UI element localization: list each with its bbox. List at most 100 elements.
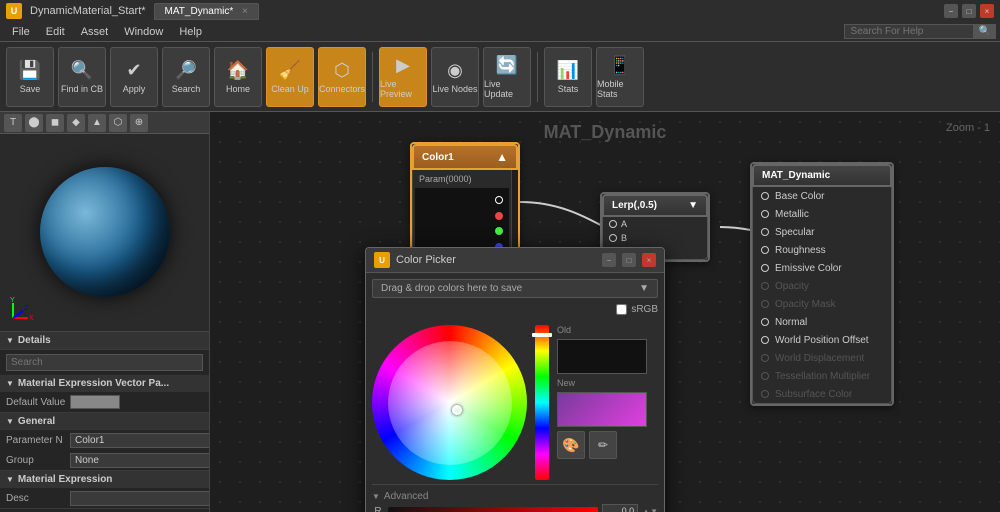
live-nodes-button[interactable]: ◉Live Nodes — [431, 47, 479, 107]
vp-btn-3[interactable]: ◼ — [46, 114, 64, 132]
general-header[interactable]: ▼ General — [0, 413, 209, 430]
search-icon: 🔎 — [175, 60, 197, 81]
color1-r-dot[interactable] — [495, 212, 503, 220]
vp-btn-5[interactable]: ▲ — [88, 114, 106, 132]
stats-button[interactable]: 📊Stats — [544, 47, 592, 107]
lerp-pin-b[interactable]: B — [603, 231, 707, 245]
properties-search-input[interactable] — [6, 354, 203, 371]
toolbar-separator-2 — [537, 52, 538, 102]
color1-rgba-dot[interactable] — [495, 196, 503, 204]
vp-btn-7[interactable]: ⊕ — [130, 114, 148, 132]
picker-button[interactable]: ✏ — [589, 431, 617, 459]
cp-srgb-row: sRGB — [616, 304, 658, 315]
window-close-btn[interactable]: × — [980, 4, 994, 18]
vp-btn-6[interactable]: ⬡ — [109, 114, 127, 132]
parameter-n-input[interactable] — [70, 433, 209, 448]
color1-pin-rgba[interactable] — [415, 194, 509, 206]
cp-titlebar: U Color Picker − □ × — [366, 248, 664, 273]
maximize-btn[interactable]: □ — [962, 4, 976, 18]
vp-btn-4[interactable]: ◆ — [67, 114, 85, 132]
mobile-stats-icon: 📱 — [609, 55, 631, 76]
search-button[interactable]: 🔎Search — [162, 47, 210, 107]
base-color-pin[interactable] — [761, 192, 769, 200]
world-pos-pin[interactable] — [761, 336, 769, 344]
output-base-color[interactable]: Base Color — [753, 187, 891, 205]
connectors-icon: ⬡ — [334, 60, 350, 81]
default-value-swatch[interactable] — [70, 395, 120, 409]
mat-expr-2-arrow: ▼ — [6, 475, 14, 484]
roughness-pin[interactable] — [761, 246, 769, 254]
cp-maximize-btn[interactable]: □ — [622, 253, 636, 267]
emissive-pin[interactable] — [761, 264, 769, 272]
general-section: ▼ General Parameter N Group — [0, 413, 209, 471]
color1-expand[interactable]: ▲ — [496, 150, 508, 164]
cleanup-button[interactable]: 🧹Clean Up — [266, 47, 314, 107]
active-tab[interactable]: MAT_Dynamic* × — [154, 3, 259, 20]
lerp-a-dot[interactable] — [609, 220, 617, 228]
output-normal[interactable]: Normal — [753, 313, 891, 331]
slider-r-arrow[interactable]: ▲▼ — [642, 507, 658, 512]
stats-icon: 📊 — [557, 60, 579, 81]
save-button[interactable]: 💾Save — [6, 47, 54, 107]
advanced-toggle[interactable]: ▼ Advanced — [372, 489, 658, 504]
color1-pin-r[interactable] — [415, 210, 509, 222]
material-graph[interactable]: MAT_Dynamic Zoom - 1 Color1 ▲ Param(0000… — [210, 112, 1000, 512]
output-emissive[interactable]: Emissive Color — [753, 259, 891, 277]
details-header[interactable]: ▼ Details — [0, 332, 209, 349]
details-section: ▼ Details — [0, 332, 209, 350]
vp-btn-1[interactable]: T — [4, 114, 22, 132]
lerp-pin-a[interactable]: A — [603, 217, 707, 231]
apply-button[interactable]: ✔Apply — [110, 47, 158, 107]
vp-btn-2[interactable]: ⬤ — [25, 114, 43, 132]
color1-pin-g[interactable] — [415, 225, 509, 237]
apply-icon: ✔ — [126, 60, 141, 81]
default-value-label: Default Value — [6, 397, 66, 408]
live-preview-button[interactable]: ▶Live Preview — [379, 47, 427, 107]
menu-help[interactable]: Help — [171, 26, 210, 38]
help-search-icon: 🔍 — [974, 24, 996, 39]
mat-dynamic-node[interactable]: MAT_Dynamic Base Color Metallic Specular… — [750, 162, 894, 406]
material-expression-header[interactable]: ▼ Material Expression Vector Pa... — [0, 375, 209, 392]
cp-close-btn[interactable]: × — [642, 253, 656, 267]
menu-window[interactable]: Window — [116, 26, 171, 38]
metallic-pin[interactable] — [761, 210, 769, 218]
group-row: Group — [0, 450, 209, 470]
color1-g-dot[interactable] — [495, 227, 503, 235]
help-search-input[interactable] — [844, 24, 974, 39]
home-button[interactable]: 🏠Home — [214, 47, 262, 107]
color-wheel[interactable] — [372, 325, 527, 480]
menu-edit[interactable]: Edit — [38, 26, 73, 38]
menu-asset[interactable]: Asset — [73, 26, 117, 38]
desc-label: Desc — [6, 493, 66, 504]
output-world-pos[interactable]: World Position Offset — [753, 331, 891, 349]
output-roughness[interactable]: Roughness — [753, 241, 891, 259]
eyedropper-button[interactable]: 🎨 — [557, 431, 585, 459]
slider-r-value[interactable] — [602, 504, 638, 512]
cp-drop-area[interactable]: Drag & drop colors here to save ▼ — [372, 279, 658, 298]
live-update-button[interactable]: 🔄Live Update — [483, 47, 531, 107]
specular-pin[interactable] — [761, 228, 769, 236]
lerp-expand[interactable]: ▼ — [688, 200, 698, 211]
tab-close[interactable]: × — [242, 6, 248, 17]
normal-pin[interactable] — [761, 318, 769, 326]
parameter-n-label: Parameter N — [6, 435, 66, 446]
find-in-cb-button[interactable]: 🔍Find in CB — [58, 47, 106, 107]
menu-file[interactable]: File — [4, 26, 38, 38]
connectors-button[interactable]: ⬡Connectors — [318, 47, 366, 107]
color-wheel-container[interactable] — [372, 325, 527, 480]
output-subsurface: Subsurface Color — [753, 385, 891, 403]
output-metallic[interactable]: Metallic — [753, 205, 891, 223]
srgb-checkbox[interactable] — [616, 304, 627, 315]
opacity-mask-pin — [761, 300, 769, 308]
desc-input[interactable] — [70, 491, 209, 506]
group-input[interactable] — [70, 453, 209, 468]
lerp-b-dot[interactable] — [609, 234, 617, 242]
output-specular[interactable]: Specular — [753, 223, 891, 241]
mobile-stats-button[interactable]: 📱Mobile Stats — [596, 47, 644, 107]
cp-drop-label: Drag & drop colors here to save — [381, 283, 522, 294]
cp-minimize-btn[interactable]: − — [602, 253, 616, 267]
minimize-btn[interactable]: − — [944, 4, 958, 18]
hue-bar[interactable] — [535, 325, 549, 480]
material-expression-2-header[interactable]: ▼ Material Expression — [0, 471, 209, 488]
slider-r-track[interactable] — [388, 507, 598, 512]
